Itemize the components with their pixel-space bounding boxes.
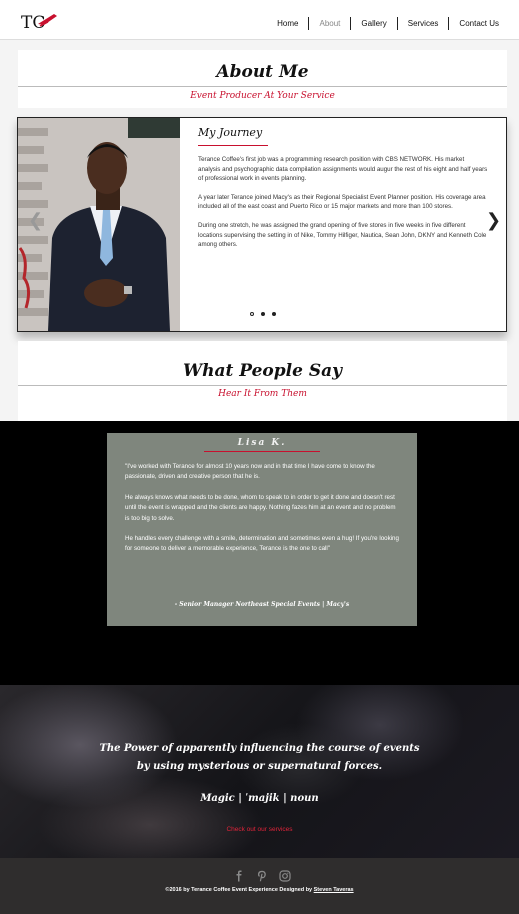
slide-dot-3[interactable] bbox=[272, 312, 276, 316]
social-links bbox=[233, 869, 291, 882]
hero-quote: The Power of apparently influencing the … bbox=[0, 740, 519, 776]
nav-about[interactable]: About bbox=[308, 17, 350, 30]
author-underline bbox=[204, 451, 320, 452]
chevron-left-icon[interactable]: ❮ bbox=[28, 212, 43, 230]
divider bbox=[18, 385, 507, 386]
about-title: About Me bbox=[216, 62, 309, 82]
heading-underline bbox=[198, 145, 268, 146]
journey-paragraph: A year later Terance joined Macy's as th… bbox=[198, 193, 486, 211]
nav-services[interactable]: Services bbox=[396, 17, 449, 30]
testimonials-section-header: What People Say Hear It From Them bbox=[18, 341, 507, 421]
testimonial-author: Lisa K. bbox=[237, 438, 287, 448]
journey-paragraph: During one stretch, he was assigned the … bbox=[198, 221, 487, 249]
copyright-text: ©2016 by Terance Coffee Event Experience… bbox=[0, 887, 519, 893]
testimonial-paragraph: He handles every challenge with a smile,… bbox=[125, 535, 399, 553]
nav-gallery[interactable]: Gallery bbox=[350, 17, 396, 30]
testimonial-band: Lisa K. "I've worked with Terance for al… bbox=[0, 421, 519, 685]
site-header: TC Home About Gallery Services Contact U… bbox=[0, 0, 519, 40]
journey-text: Terance Coffee's first job was a program… bbox=[198, 155, 488, 259]
testimonial-signature: - Senior Manager Northeast Special Event… bbox=[174, 601, 350, 608]
hero-quote-line: The Power of apparently influencing the … bbox=[99, 743, 420, 754]
testimonials-subtitle: Hear It From Them bbox=[218, 389, 307, 399]
pinterest-icon[interactable] bbox=[256, 869, 268, 882]
slide-indicators bbox=[250, 312, 276, 316]
facebook-icon[interactable] bbox=[233, 869, 245, 882]
slide-dot-1[interactable] bbox=[250, 312, 254, 316]
testimonial-text: "I've worked with Terance for almost 10 … bbox=[125, 462, 401, 565]
nav-home[interactable]: Home bbox=[267, 17, 308, 30]
testimonials-title: What People Say bbox=[183, 361, 342, 381]
copyright-prefix: ©2016 by Terance Coffee Event Experience… bbox=[165, 887, 314, 893]
testimonial-card: Lisa K. "I've worked with Terance for al… bbox=[107, 433, 417, 626]
chevron-right-icon[interactable]: ❯ bbox=[486, 212, 501, 230]
slide-dot-2[interactable] bbox=[261, 312, 265, 316]
journey-slideshow: My Journey Terance Coffee's first job wa… bbox=[17, 117, 507, 332]
hero-definition: Magic | ˈmajik | noun bbox=[200, 793, 319, 804]
about-subtitle: Event Producer At Your Service bbox=[190, 91, 335, 101]
journey-paragraph: Terance Coffee's first job was a program… bbox=[198, 156, 488, 183]
site-logo[interactable]: TC bbox=[20, 10, 60, 33]
hero-quote-line: by using mysterious or supernatural forc… bbox=[136, 761, 383, 772]
main-nav: Home About Gallery Services Contact Us bbox=[267, 17, 509, 30]
testimonial-paragraph: He always knows what needs to be done, w… bbox=[125, 493, 396, 522]
designer-link[interactable]: Steven Taveras bbox=[314, 887, 354, 893]
site-footer: ©2016 by Terance Coffee Event Experience… bbox=[0, 858, 519, 914]
journey-heading: My Journey bbox=[198, 126, 263, 139]
nav-contact-us[interactable]: Contact Us bbox=[448, 17, 509, 30]
about-section-header: About Me Event Producer At Your Service bbox=[18, 50, 507, 108]
magic-hero: The Power of apparently influencing the … bbox=[0, 685, 519, 858]
testimonial-paragraph: "I've worked with Terance for almost 10 … bbox=[125, 463, 375, 481]
services-link[interactable]: Check out our services bbox=[0, 826, 519, 833]
divider bbox=[18, 86, 507, 87]
instagram-icon[interactable] bbox=[279, 869, 291, 882]
